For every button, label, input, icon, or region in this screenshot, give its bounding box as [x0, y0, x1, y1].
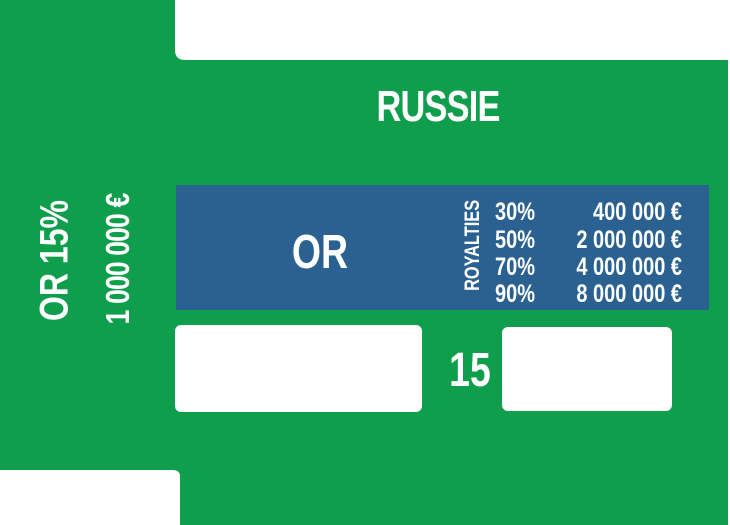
side-cost: 1 000 000 €	[99, 193, 136, 325]
royalty-percent: 30%	[495, 198, 536, 226]
royalty-amount: 8 000 000 €	[576, 280, 682, 308]
royalty-percent: 50%	[495, 226, 536, 254]
royalty-percent: 70%	[495, 253, 536, 281]
side-resource-rate: OR 15%	[32, 200, 77, 321]
country-title: RUSSIE	[376, 82, 501, 131]
right-blank-box	[502, 327, 672, 411]
royalty-percent: 90%	[495, 280, 536, 308]
royalty-amount: 2 000 000 €	[576, 226, 682, 254]
royalty-amount: 4 000 000 €	[576, 253, 682, 281]
property-card: RUSSIE OR 15% 1 000 000 € OR ROYALTIES 3…	[0, 0, 730, 525]
card-value: 15	[449, 344, 491, 397]
royalties-label: ROYALTIES	[461, 199, 484, 291]
resource-name: OR	[291, 226, 349, 279]
royalty-amount: 400 000 €	[593, 198, 682, 226]
left-blank-box	[175, 325, 422, 412]
